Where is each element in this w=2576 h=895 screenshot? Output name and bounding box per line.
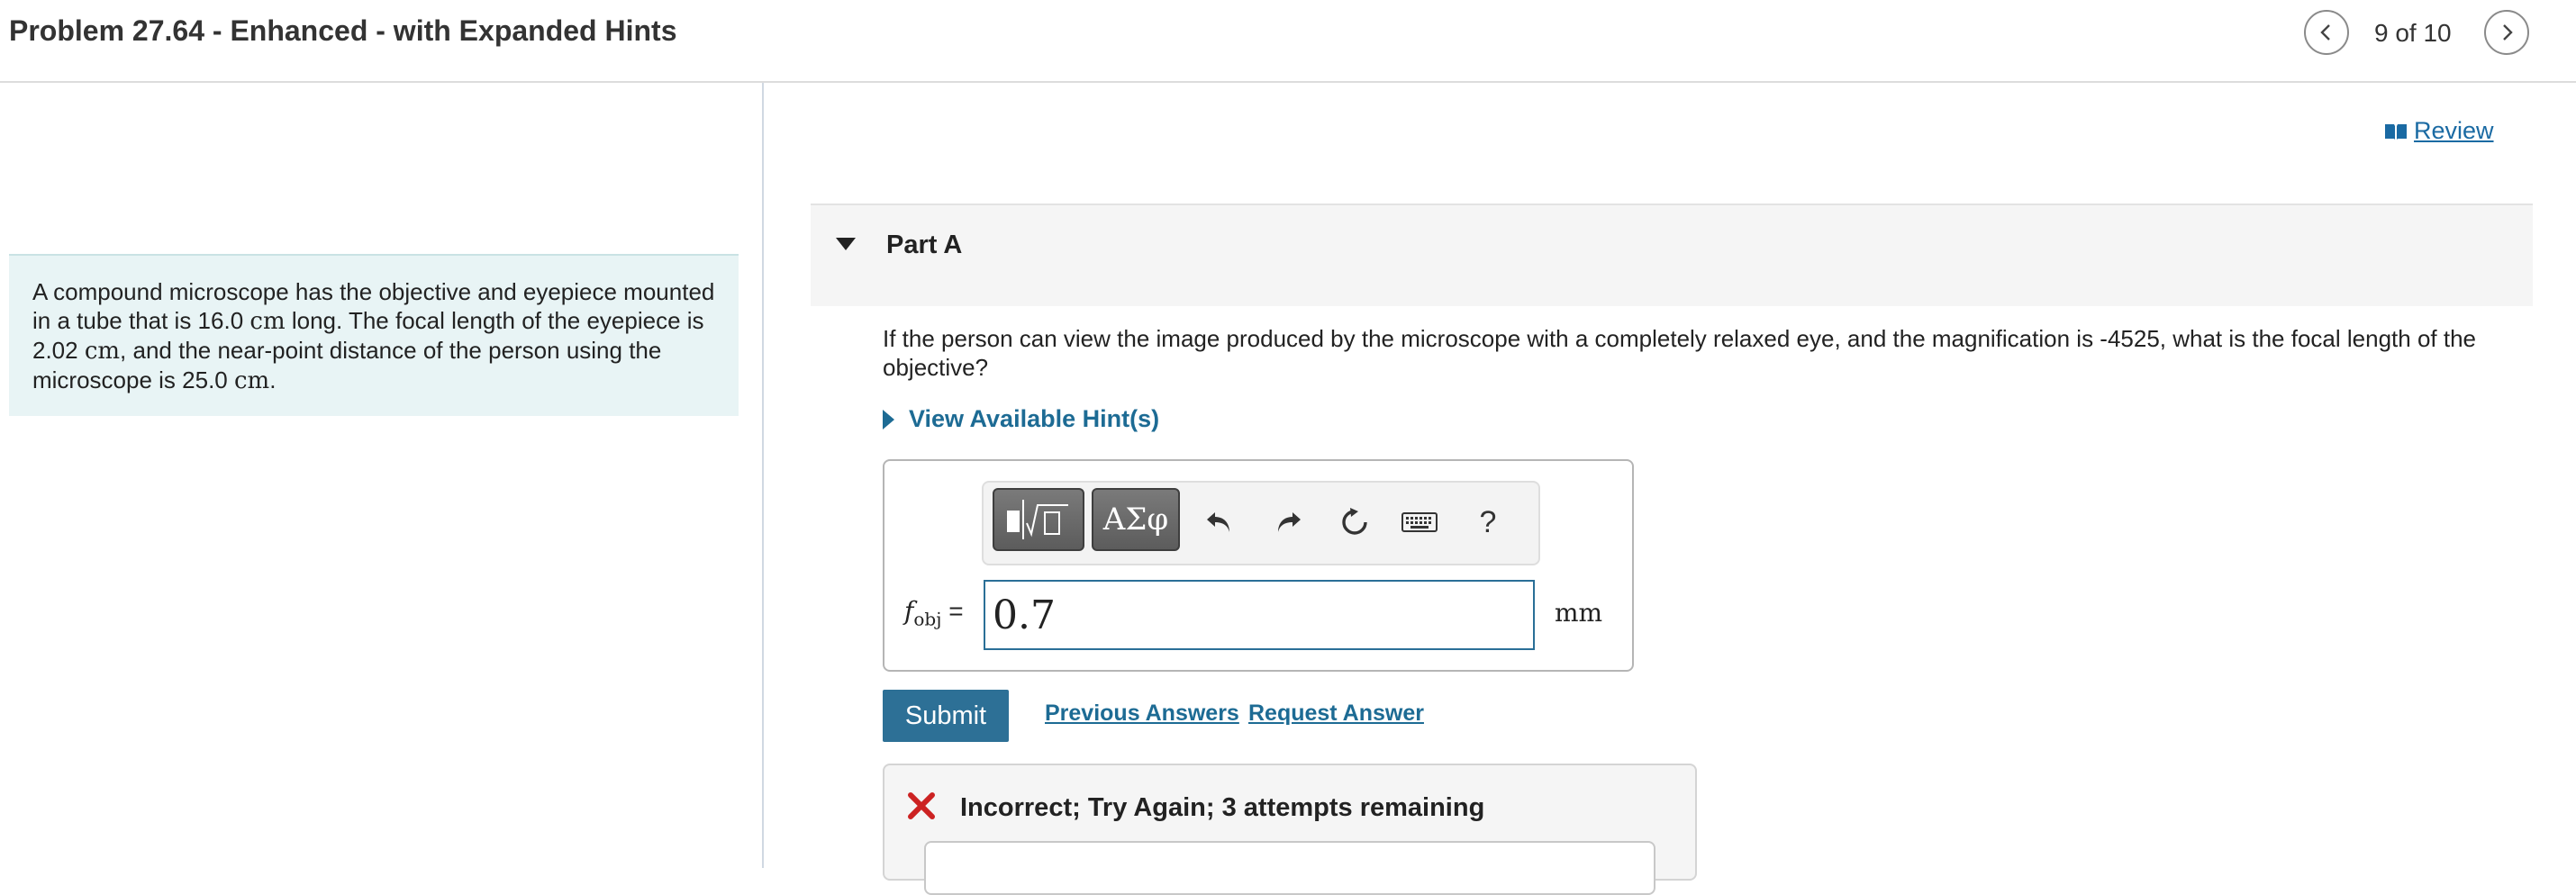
- caret-right-icon: [883, 409, 894, 429]
- reset-button[interactable]: [1331, 499, 1378, 546]
- templates-button[interactable]: [993, 488, 1084, 551]
- context-text: .: [269, 366, 277, 393]
- answer-variable-label: fobj =: [904, 596, 964, 630]
- previous-problem-button[interactable]: [2304, 10, 2349, 55]
- redo-icon: [1278, 512, 1301, 532]
- caret-down-icon[interactable]: [836, 238, 856, 250]
- keyboard-button[interactable]: [1396, 499, 1443, 546]
- submit-button[interactable]: Submit: [883, 690, 1009, 742]
- context-unit: cm: [249, 308, 286, 335]
- previous-answers-link[interactable]: Previous Answers: [1045, 701, 1239, 727]
- error-x-icon: [908, 792, 935, 819]
- answer-input[interactable]: [984, 580, 1535, 650]
- review-label: Review: [2414, 117, 2494, 144]
- hint-label: View Available Hint(s): [909, 405, 1160, 432]
- undo-icon: [1207, 512, 1229, 532]
- undo-button[interactable]: [1196, 499, 1243, 546]
- question-text: If the person can view the image produce…: [883, 325, 2477, 381]
- chevron-left-icon: [2320, 24, 2330, 41]
- equals-sign: =: [941, 597, 964, 625]
- problem-context: A compound microscope has the objective …: [9, 254, 739, 416]
- reset-icon: [1342, 508, 1367, 535]
- symbols-button[interactable]: ΑΣφ: [1092, 488, 1180, 551]
- answer-unit: mm: [1555, 598, 1603, 628]
- context-unit: cm: [84, 338, 121, 365]
- part-a-header[interactable]: [811, 203, 2533, 306]
- context-unit: cm: [233, 367, 270, 394]
- variable-subscript: obj: [913, 608, 942, 630]
- problem-title: Problem 27.64 - Enhanced - with Expanded…: [9, 14, 677, 47]
- variable-symbol: f: [904, 596, 914, 626]
- problem-counter: 9 of 10: [2374, 19, 2452, 47]
- context-text: , and the near-point distance of the per…: [32, 337, 662, 393]
- help-button[interactable]: ?: [1465, 499, 1511, 546]
- review-link[interactable]: Review: [2383, 117, 2494, 145]
- feedback-detail-panel: [924, 841, 1655, 895]
- feedback-message: Incorrect; Try Again; 3 attempts remaini…: [960, 793, 1485, 822]
- part-title: Part A: [886, 231, 963, 259]
- next-problem-button[interactable]: [2484, 10, 2529, 55]
- fraction-sqrt-icon: [1007, 500, 1068, 539]
- request-answer-link[interactable]: Request Answer: [1248, 701, 1424, 727]
- view-hints-toggle[interactable]: View Available Hint(s): [883, 405, 1159, 433]
- keyboard-icon: [1401, 512, 1438, 532]
- book-icon: [2385, 123, 2407, 140]
- pane-divider: [762, 83, 764, 868]
- redo-button[interactable]: [1265, 499, 1311, 546]
- chevron-right-icon: [2503, 24, 2513, 41]
